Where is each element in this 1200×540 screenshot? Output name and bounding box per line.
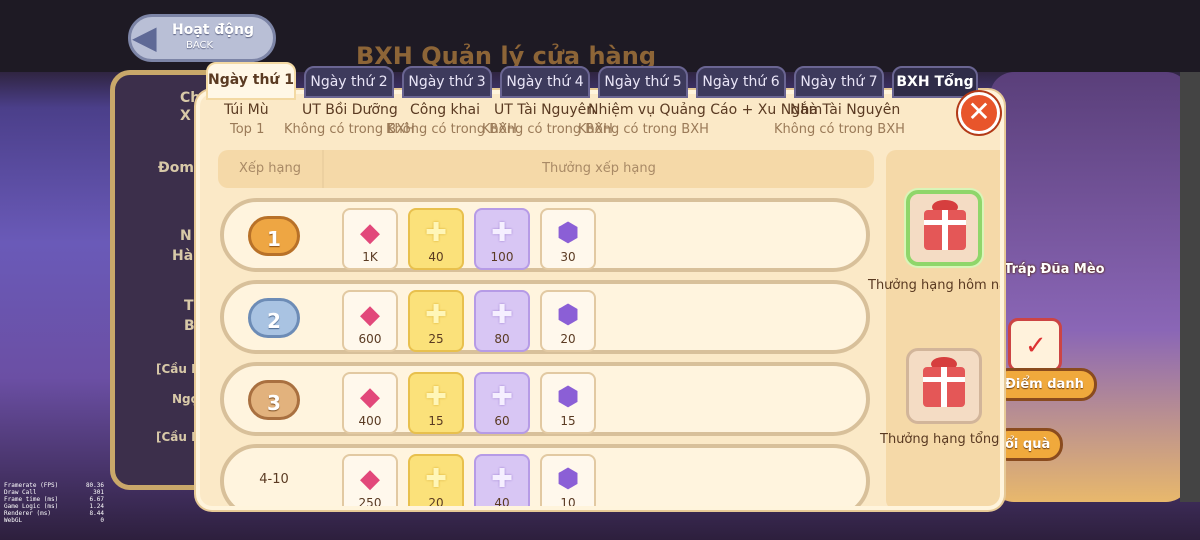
rank-3-badge-icon: 3 [248, 380, 300, 420]
rank-range-label: 4-10 [259, 472, 289, 487]
reward-item[interactable]: ◆ 400 [342, 372, 398, 434]
daily-rank-gift-button[interactable] [906, 190, 982, 266]
gold-puzzle-icon: ✚ [425, 464, 447, 494]
category-status: Không có trong BXH [774, 122, 905, 137]
reward-item[interactable]: ⬢ 15 [540, 372, 596, 434]
background-text: B [184, 318, 195, 334]
category-tui-mu[interactable]: Túi Mù [224, 102, 269, 118]
gem-icon: ◆ [360, 218, 380, 248]
reward-item[interactable]: ✚ 40 [474, 454, 530, 506]
reward-item[interactable]: ✚ 25 [408, 290, 464, 352]
gem-icon: ◆ [360, 464, 380, 494]
daily-rank-gift-label: Thưởng hạng hôm nay [868, 278, 1004, 293]
side-menu-diem-danh[interactable]: Điểm danh [992, 368, 1097, 401]
back-button-subtitle[interactable]: BACK [186, 40, 213, 51]
background-text: [Cầu N [156, 362, 202, 376]
background-text: T [184, 298, 194, 314]
reward-item[interactable]: ◆ 250 [342, 454, 398, 506]
table-row: 2 ◆ 600 ✚ 25 ✚ 80 ⬢ 20 [220, 280, 870, 354]
reward-item[interactable]: ◆ 600 [342, 290, 398, 352]
gold-puzzle-icon: ✚ [425, 218, 447, 248]
medal-badge-icon: ⬢ [556, 382, 580, 412]
purple-puzzle-icon: ✚ [491, 382, 513, 412]
close-icon[interactable]: ✕ [958, 92, 1000, 134]
table-row: 4-10 ◆ 250 ✚ 20 ✚ 40 ⬢ 10 [220, 444, 870, 506]
table-row: 3 ◆ 400 ✚ 15 ✚ 60 ⬢ 15 [220, 362, 870, 436]
purple-puzzle-icon: ✚ [491, 464, 513, 494]
calendar-icon[interactable] [1008, 318, 1062, 372]
reward-item[interactable]: ⬢ 30 [540, 208, 596, 270]
tab-day-5[interactable]: Ngày thứ 5 [598, 66, 688, 98]
category-status: Top 1 [230, 122, 265, 137]
leaderboard-panel: Túi Mù Top 1 UT Bồi Dưỡng Không có trong… [196, 90, 1004, 510]
total-rank-gift-button[interactable] [906, 348, 982, 424]
gem-icon: ◆ [360, 300, 380, 330]
header-reward: Thưởng xếp hạng [542, 161, 656, 176]
background-text: Hà [172, 248, 194, 264]
side-menu-trap-dua-meo[interactable]: Tráp Đũa Mèo [1004, 262, 1105, 277]
table-row: 1 ◆ 1K ✚ 40 ✚ 100 ⬢ 30 [220, 198, 870, 272]
category-nhiem-vu-quang-cao[interactable]: Nhiệm vụ Quảng Cáo + Xu Ngắm [588, 102, 822, 118]
gold-puzzle-icon: ✚ [425, 300, 447, 330]
medal-badge-icon: ⬢ [556, 300, 580, 330]
category-ut-boi-duong[interactable]: UT Bồi Dưỡng [302, 102, 398, 118]
background-text: Ngọ [172, 392, 199, 406]
back-button-title[interactable]: Hoạt động [172, 22, 254, 38]
header-rank: Xếp hạng [218, 150, 324, 188]
category-ut-tai-nguyen[interactable]: UT Tài Nguyên [494, 102, 595, 118]
performance-stats: Framerate (FPS) 80.36 Draw Call 301 Frame … [4, 482, 104, 524]
tab-total-ranking[interactable]: BXH Tổng [892, 66, 978, 98]
tab-day-2[interactable]: Ngày thứ 2 [304, 66, 394, 98]
reward-item[interactable]: ✚ 60 [474, 372, 530, 434]
category-status: Không có trong BXH [578, 122, 709, 137]
reward-item[interactable]: ✚ 100 [474, 208, 530, 270]
purple-puzzle-icon: ✚ [491, 218, 513, 248]
table-header: Xếp hạng Thưởng xếp hạng [218, 150, 874, 188]
gem-icon: ◆ [360, 382, 380, 412]
reward-item[interactable]: ✚ 20 [408, 454, 464, 506]
gold-puzzle-icon: ✚ [425, 382, 447, 412]
tab-day-3[interactable]: Ngày thứ 3 [402, 66, 492, 98]
background-text: X [180, 108, 191, 124]
reward-item[interactable]: ✚ 40 [408, 208, 464, 270]
day-tabs: Ngày thứ 1 Ngày thứ 2 Ngày thứ 3 Ngày th… [206, 62, 986, 100]
medal-badge-icon: ⬢ [556, 218, 580, 248]
total-rank-gift-label: Thưởng hạng tổng [880, 432, 1000, 447]
background-text: N [180, 228, 192, 244]
rank-2-badge-icon: 2 [248, 298, 300, 338]
background-text: Đom [158, 160, 194, 176]
category-row: Túi Mù Top 1 UT Bồi Dưỡng Không có trong… [200, 94, 1000, 140]
reward-item[interactable]: ✚ 80 [474, 290, 530, 352]
reward-item[interactable]: ⬢ 20 [540, 290, 596, 352]
tab-day-4[interactable]: Ngày thứ 4 [500, 66, 590, 98]
category-nha-tai-nguyen[interactable]: Nhà Tài Nguyên [790, 102, 900, 118]
tab-day-7[interactable]: Ngày thứ 7 [794, 66, 884, 98]
background-text: [Cầu N [156, 430, 202, 444]
purple-puzzle-icon: ✚ [491, 300, 513, 330]
back-arrow-icon[interactable]: ◀ [132, 20, 157, 54]
reward-item[interactable]: ⬢ 10 [540, 454, 596, 506]
reward-item[interactable]: ◆ 1K [342, 208, 398, 270]
rank-1-badge-icon: 1 [248, 216, 300, 256]
reward-item[interactable]: ✚ 15 [408, 372, 464, 434]
tab-day-6[interactable]: Ngày thứ 6 [696, 66, 786, 98]
category-cong-khai[interactable]: Công khai [410, 102, 480, 118]
tab-day-1[interactable]: Ngày thứ 1 [206, 62, 296, 100]
medal-badge-icon: ⬢ [556, 464, 580, 494]
